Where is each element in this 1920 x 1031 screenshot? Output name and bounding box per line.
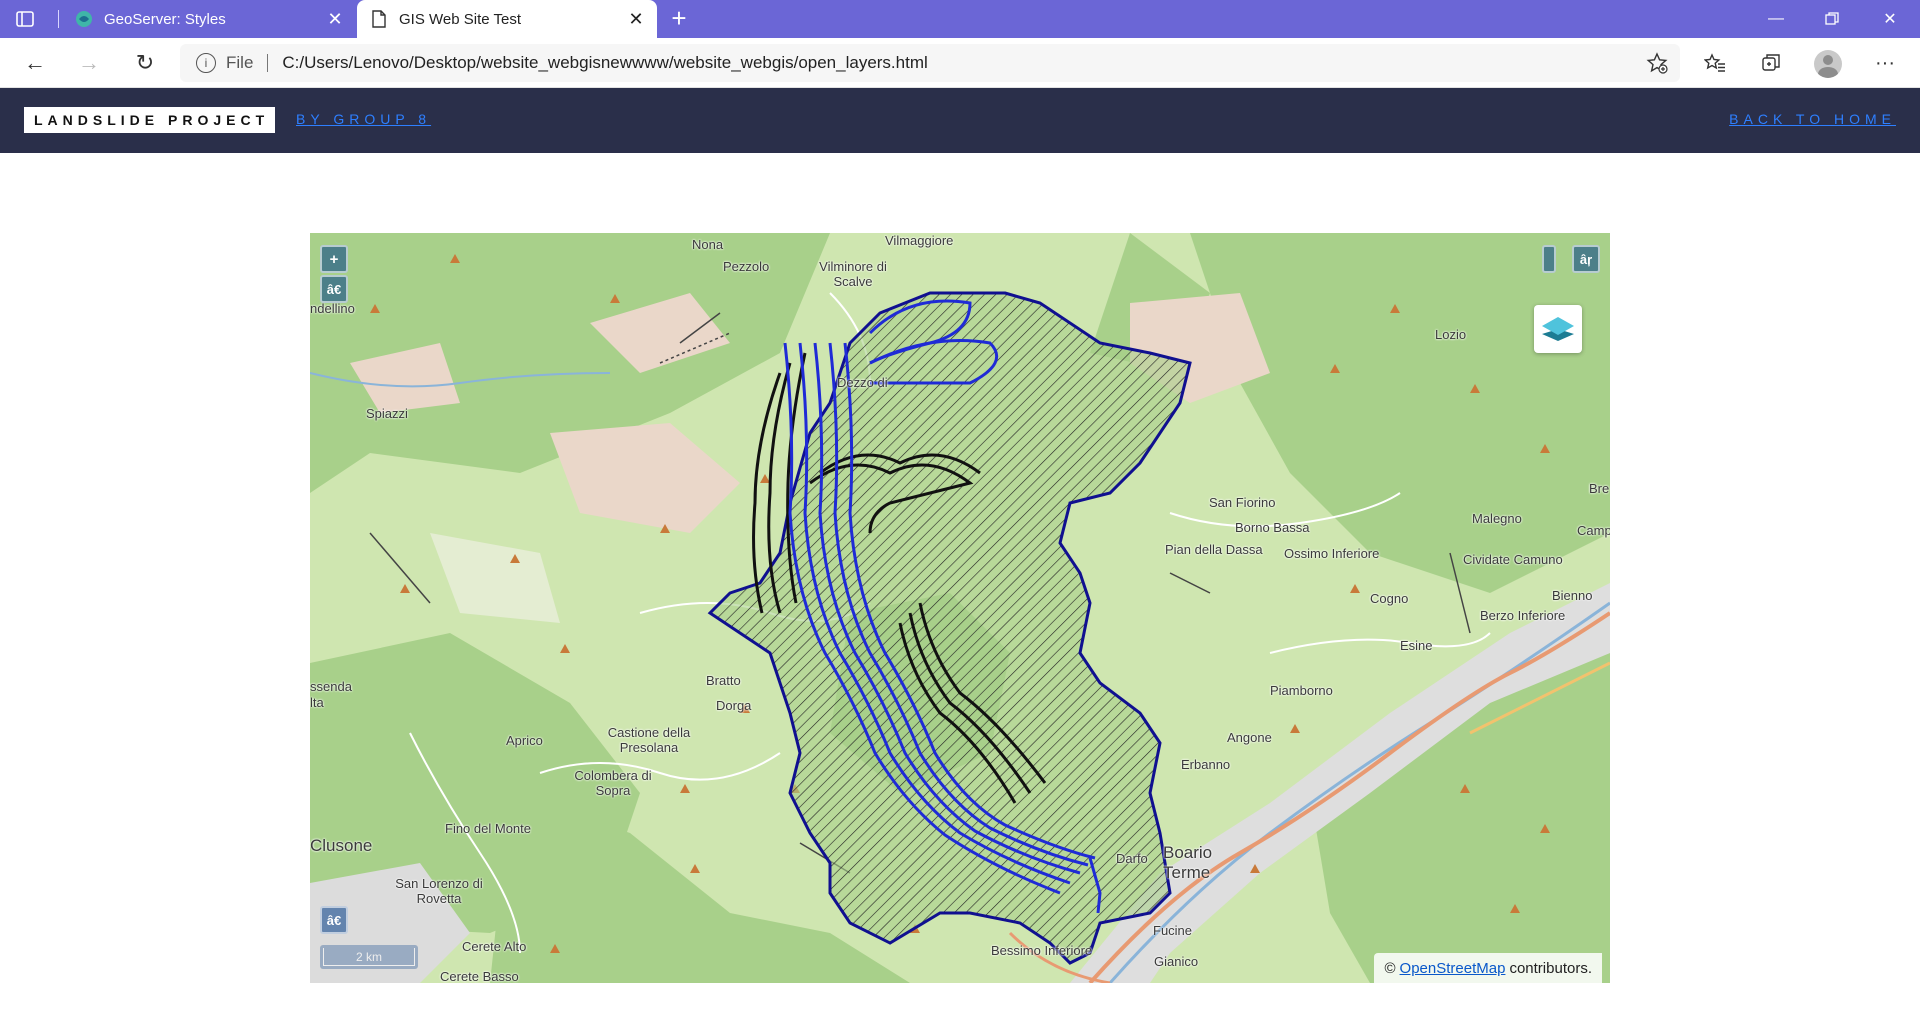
place-label: lta [310, 695, 324, 710]
place-label: Bratto [706, 673, 741, 688]
close-icon[interactable]: ✕ [324, 8, 346, 30]
zoom-in-button[interactable]: + [320, 245, 348, 273]
tab-title: GeoServer: Styles [104, 10, 226, 28]
site-header: LANDSLIDE PROJECT BY GROUP 8 BACK TO HOM… [0, 88, 1920, 153]
close-icon[interactable]: ✕ [625, 8, 647, 30]
place-label: Bienno [1552, 588, 1593, 603]
tab-actions-icon[interactable] [14, 8, 42, 30]
place-label: Fucine [1153, 923, 1193, 938]
geoserver-icon [74, 9, 94, 29]
address-bar[interactable]: i File C:/Users/Lenovo/Desktop/website_w… [180, 44, 1680, 82]
layers-icon [1542, 317, 1574, 341]
place-label: Pian della Dassa [1165, 542, 1263, 557]
place-label: Vilmaggiore [885, 233, 954, 248]
browser-toolbar: ← → ↻ i File C:/Users/Lenovo/Desktop/web… [0, 38, 1920, 88]
by-group-link[interactable]: BY GROUP 8 [296, 111, 431, 127]
back-to-home-link[interactable]: BACK TO HOME [1729, 111, 1896, 127]
basemap-tiles [310, 233, 1610, 983]
address-url[interactable]: C:/Users/Lenovo/Desktop/website_webgisne… [282, 53, 927, 73]
tab-geoserver[interactable]: GeoServer: Styles ✕ [62, 0, 356, 38]
place-label: Borno Bassa [1235, 520, 1310, 535]
scale-bar: 2 km [320, 945, 418, 969]
fullscreen-button[interactable]: âŗ [1572, 245, 1600, 273]
place-label: Colombera di Sopra [574, 768, 652, 798]
refresh-icon[interactable]: ↻ [130, 48, 160, 78]
scale-label: 2 km [323, 948, 415, 966]
window-close-icon[interactable]: ✕ [1862, 0, 1918, 38]
address-scheme: File [226, 53, 254, 72]
place-label: Esine [1400, 638, 1433, 653]
page-icon [369, 9, 389, 29]
place-label: Castione della Presolana [607, 725, 691, 755]
profile-avatar[interactable] [1814, 50, 1842, 78]
place-label: Angone [1227, 730, 1272, 745]
restore-icon[interactable] [1804, 0, 1860, 38]
attribution-suffix: contributors. [1509, 959, 1592, 977]
collections-icon[interactable] [1758, 50, 1784, 76]
place-label: Piamborno [1270, 683, 1333, 698]
new-tab-button[interactable]: + [666, 5, 692, 32]
map-viewer[interactable]: Nona Vilmaggiore Pezzolo Vilminore di Sc… [310, 233, 1610, 983]
place-label: Cogno [1370, 591, 1409, 606]
place-label: Dorga [716, 698, 752, 713]
layer-switcher-button[interactable] [1534, 305, 1582, 353]
openstreetmap-link[interactable]: OpenStreetMap [1400, 960, 1506, 977]
overview-toggle-button[interactable]: â€ [320, 906, 348, 934]
minimize-icon[interactable]: — [1748, 0, 1804, 38]
browser-tab-bar: GeoServer: Styles ✕ GIS Web Site Test ✕ … [0, 0, 1920, 38]
place-label: Nona [692, 237, 724, 252]
place-label: Bessimo Inferiore [991, 943, 1093, 958]
place-label: Aprico [506, 733, 543, 748]
add-favorite-icon[interactable] [1646, 52, 1668, 74]
place-label: Fino del Monte [445, 821, 531, 836]
back-arrow-icon[interactable]: ← [20, 48, 50, 78]
place-label: Cividate Camuno [1463, 552, 1563, 567]
place-label: Camp [1577, 523, 1610, 538]
forward-arrow-icon[interactable]: → [74, 48, 104, 78]
place-label: Spiazzi [366, 406, 408, 421]
more-menu-icon[interactable]: ··· [1872, 50, 1898, 76]
place-label: Gianico [1154, 954, 1199, 969]
place-label: Malegno [1472, 511, 1522, 526]
place-label: Cerete Alto [462, 939, 527, 954]
place-label: Pezzolo [723, 259, 770, 274]
place-label: Clusone [310, 836, 373, 855]
place-label: ssenda [310, 679, 352, 694]
tab-title: GIS Web Site Test [399, 10, 521, 28]
tab-gis-web-site[interactable]: GIS Web Site Test ✕ [357, 0, 657, 38]
place-label: San Fiorino [1209, 495, 1276, 510]
place-label: Ossimo Inferiore [1284, 546, 1380, 561]
copyright-symbol: © [1384, 959, 1396, 977]
favorites-icon[interactable] [1702, 50, 1728, 76]
place-label: Erbanno [1181, 757, 1231, 772]
site-brand: LANDSLIDE PROJECT [24, 107, 276, 133]
attribution-toggle[interactable] [1542, 245, 1556, 273]
place-label: Lozio [1435, 327, 1467, 342]
place-label: Dezzo di [837, 375, 888, 390]
place-label: Boario Terme [1163, 843, 1213, 882]
place-label: Cerete Basso [440, 969, 519, 983]
place-label: ndellino [310, 301, 355, 316]
place-label: Darfo [1116, 851, 1148, 866]
zoom-out-button[interactable]: â€ [320, 275, 348, 303]
place-label: Bre [1589, 481, 1610, 496]
info-icon[interactable]: i [196, 53, 216, 73]
tab-separator [58, 10, 59, 28]
place-label: Vilminore di Scalve [819, 259, 887, 289]
place-label: Berzo Inferiore [1480, 608, 1566, 623]
place-label: San Lorenzo di Rovetta [395, 876, 483, 906]
address-divider [267, 54, 269, 72]
map-attribution: © OpenStreetMap contributors. [1374, 953, 1602, 983]
